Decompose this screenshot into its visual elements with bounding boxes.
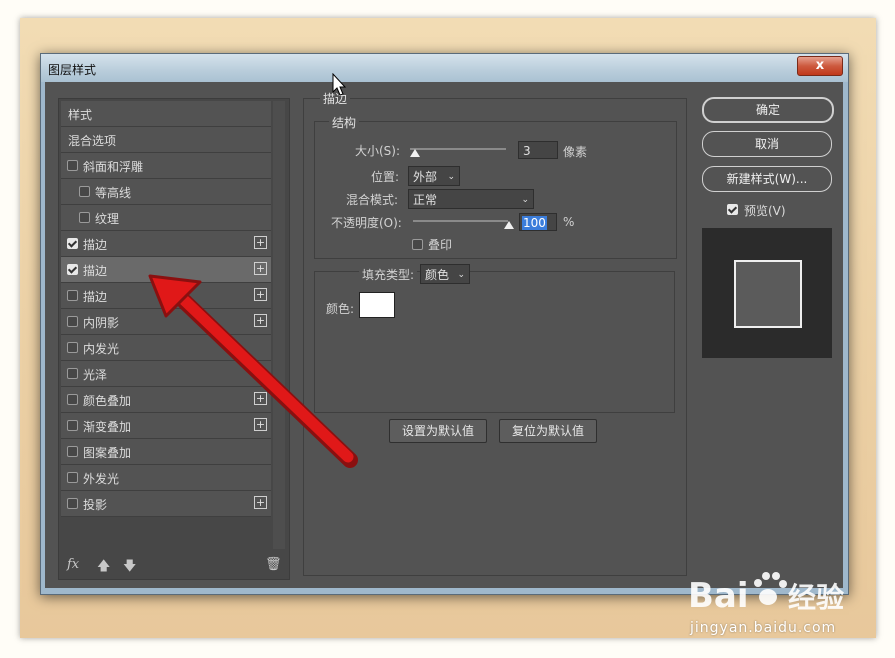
svg-text:Bai: Bai bbox=[688, 576, 749, 616]
red-arrow-icon bbox=[148, 274, 358, 468]
baidu-watermark: Bai 经验 bbox=[688, 572, 844, 616]
svg-text:经验: 经验 bbox=[788, 581, 844, 614]
watermark-url: jingyan.baidu.com bbox=[690, 620, 837, 636]
